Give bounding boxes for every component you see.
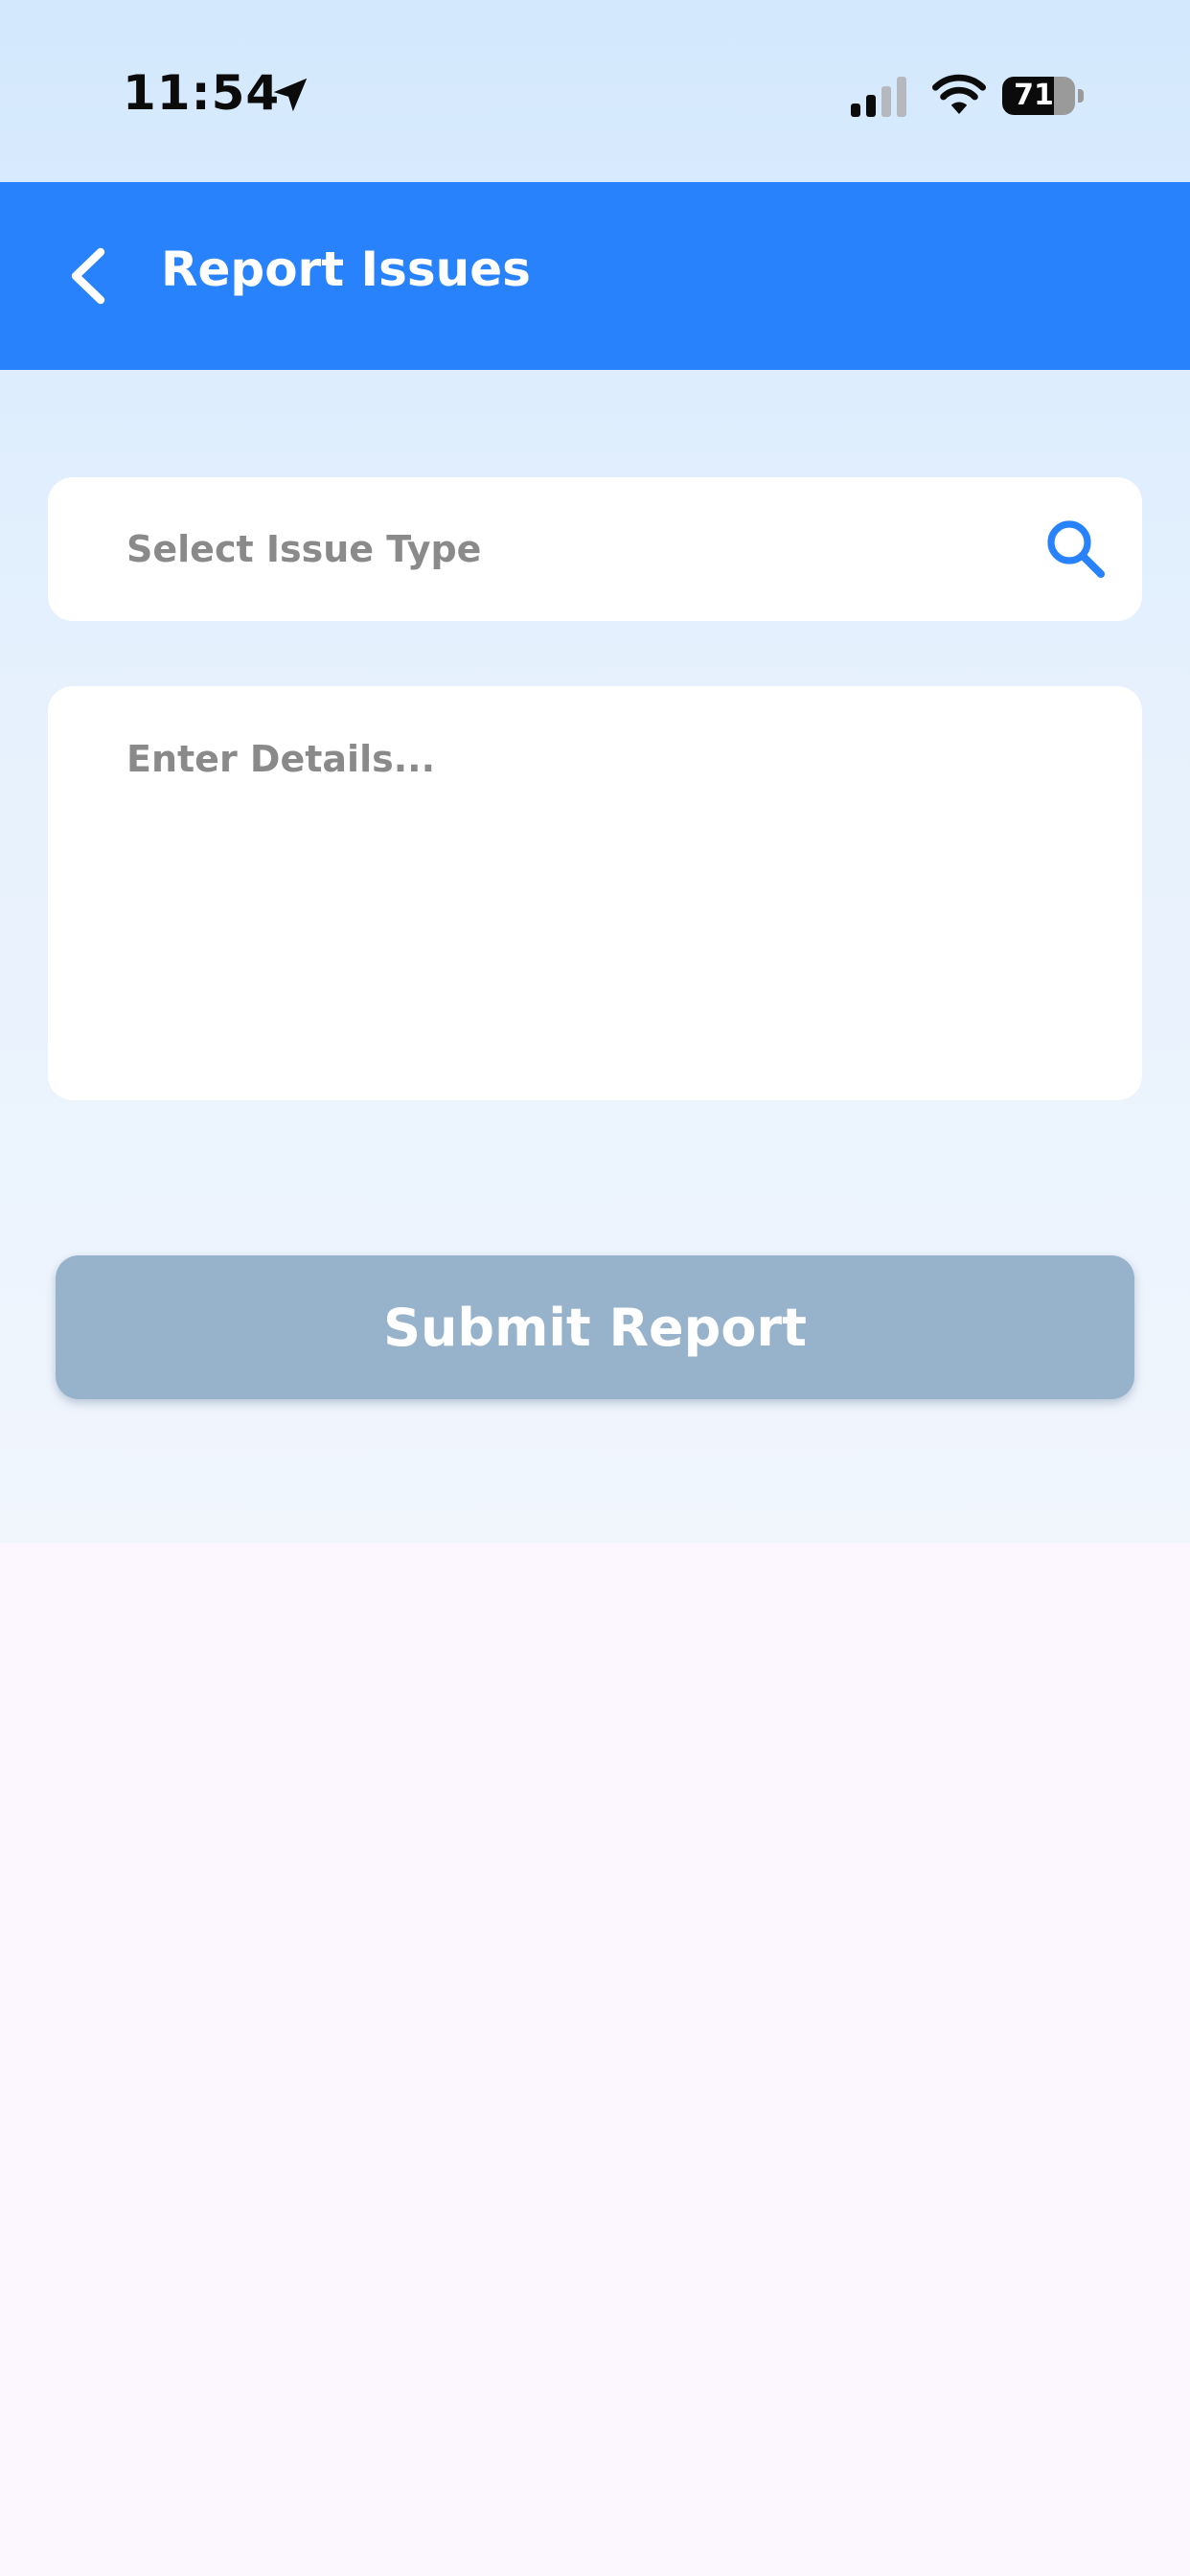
cellular-signal-icon <box>851 77 906 117</box>
wifi-icon <box>932 74 986 114</box>
battery-level: 71 <box>1014 79 1054 112</box>
status-time: 11:54 <box>123 65 281 121</box>
location-arrow-icon <box>273 78 308 112</box>
page-title: Report Issues <box>161 242 531 297</box>
app-bar: Report Issues <box>0 182 1190 370</box>
issue-type-field[interactable] <box>48 477 1142 621</box>
battery-indicator: 71 <box>1002 77 1085 117</box>
status-bar: 11:54 71 <box>0 0 1190 182</box>
issue-type-input[interactable] <box>126 477 989 621</box>
submit-report-button[interactable]: Submit Report <box>56 1255 1134 1399</box>
details-input[interactable] <box>126 738 1085 1064</box>
back-button[interactable] <box>42 230 134 322</box>
battery-cap <box>1078 89 1084 103</box>
chevron-left-icon <box>71 247 105 305</box>
battery-body: 71 <box>1002 77 1075 115</box>
search-icon[interactable] <box>1044 518 1108 581</box>
details-field[interactable] <box>48 686 1142 1100</box>
